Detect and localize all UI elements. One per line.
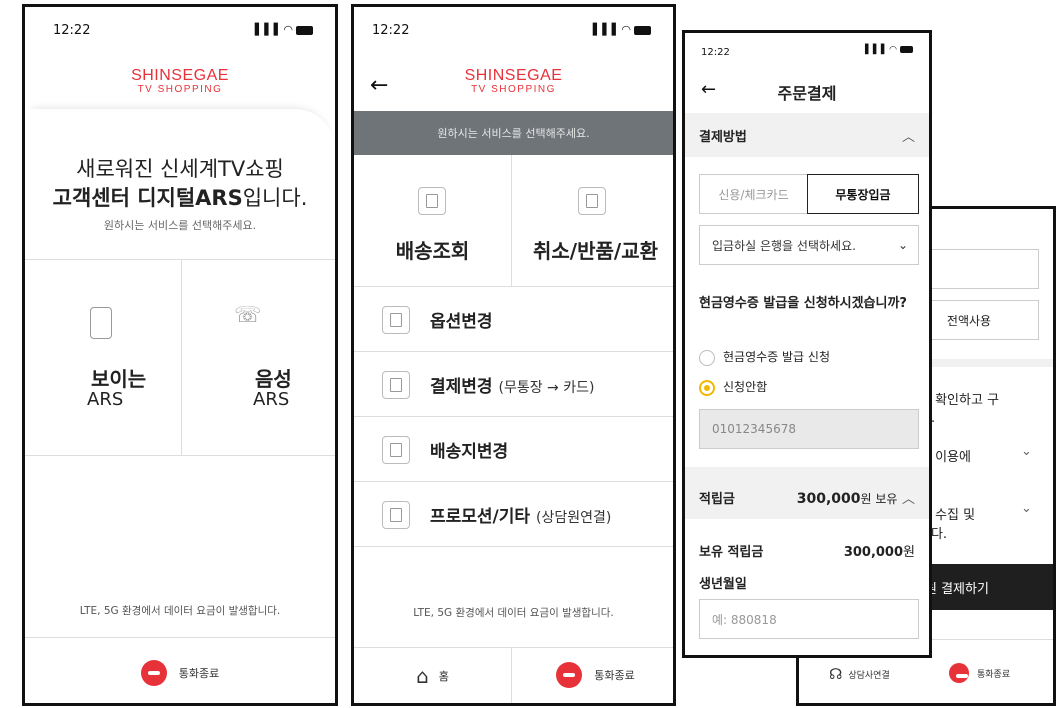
visible-ars-button[interactable]: 보이는 ARS [25, 259, 182, 455]
phone-number-field[interactable]: 01012345678 [699, 409, 919, 449]
end-call-button[interactable]: 통화종료 [25, 660, 335, 686]
payment-change-icon [382, 370, 410, 399]
held-points-value: 300,000원 [843, 545, 915, 560]
phone-chat-icon: ☏ [234, 303, 262, 328]
welcome-title-line2: 고객센터 디지털ARS입니다. [52, 186, 308, 210]
tab-credit-card[interactable]: 신용/체크카드 [699, 174, 807, 214]
status-bar: 12:22 ▐▐▐ ◠ [685, 33, 929, 73]
document-coin-icon [382, 305, 410, 334]
agent-connect-button[interactable]: ☊ 상담사연결 [829, 665, 890, 683]
building-icon [382, 435, 410, 464]
select-service-banner: 원하시는 서비스를 선택해주세요. [354, 111, 673, 155]
radio-selected-icon [699, 379, 715, 396]
delivery-tracking-button[interactable]: 배송조회 [354, 155, 512, 287]
cancel-return-exchange-button[interactable]: 취소/반품/교환 [512, 155, 673, 287]
held-points-label: 보유 적립금 [699, 545, 764, 560]
radio-receipt-none[interactable]: 신청안함 [699, 378, 767, 396]
end-call-button[interactable]: 통화종료 [512, 662, 673, 688]
screen-service-menu: 12:22 ▐▐▐ ◠ ← SHINSEGAE TV SHOPPING 원하시는… [351, 4, 676, 706]
shinsegae-logo: SHINSEGAE TV SHOPPING [131, 67, 229, 95]
chevron-down-icon[interactable]: ⌄ [1021, 501, 1032, 516]
voice-ars-button[interactable]: ☏ 음성 ARS [182, 259, 335, 455]
smartphone-icon [90, 307, 112, 339]
hang-up-icon [556, 662, 583, 688]
tab-bank-transfer[interactable]: 무통장입금 [807, 174, 919, 214]
menu-payment-change[interactable]: 결제변경 (무통장 → 카드) [354, 353, 673, 417]
end-call-button[interactable]: 통화종료 [949, 663, 1010, 683]
chevron-down-icon[interactable]: ⌄ [1021, 444, 1032, 459]
data-charge-note: LTE, 5G 환경에서 데이터 요금이 발생합니다. [413, 607, 614, 619]
hang-up-icon [949, 663, 969, 683]
document-clock-icon [382, 500, 410, 529]
cash-receipt-question: 현금영수증 발급을 신청하시겠습니까? [699, 296, 907, 311]
menu-address-change[interactable]: 배송지변경 [354, 418, 673, 482]
radio-icon [699, 349, 715, 366]
payment-method-header[interactable]: 결제방법 ︿ [685, 113, 929, 157]
chevron-up-icon: ︿ [901, 129, 915, 145]
birth-date-label: 생년월일 [699, 577, 747, 592]
page-title: 주문결제 [777, 84, 837, 103]
radio-receipt-apply[interactable]: 현금영수증 발급 신청 [699, 348, 830, 366]
welcome-title-line1: 새로워진 신세계TV쇼핑 [76, 157, 284, 181]
status-bar: 12:22 ▐▐▐ ◠ [25, 7, 335, 47]
screen-ars-home: 12:22 ▐▐▐ ◠ SHINSEGAE TV SHOPPING 새로워진 신… [22, 4, 338, 706]
status-time: 12:22 [53, 23, 91, 38]
menu-option-change[interactable]: 옵션변경 [354, 288, 673, 352]
truck-icon [418, 187, 446, 215]
data-charge-note: LTE, 5G 환경에서 데이터 요금이 발생합니다. [79, 605, 281, 617]
home-button[interactable]: ⌂ 홈 [354, 648, 512, 703]
document-clock-icon [578, 187, 606, 215]
chevron-up-icon: ︿ [901, 491, 915, 507]
menu-promotion-other[interactable]: 프로모션/기타 (상담원연결) [354, 483, 673, 547]
signal-wifi-battery-icon: ▐▐▐ ◠ [251, 23, 313, 36]
signal-wifi-battery-icon: ▐▐▐ ◠ [862, 45, 913, 55]
chevron-down-icon: ⌄ [897, 238, 908, 252]
welcome-subtitle: 원하시는 서비스를 선택해주세요. [103, 219, 257, 232]
points-header[interactable]: 적립금 300,000원 보유 ︿ [685, 475, 929, 519]
shinsegae-logo: SHINSEGAE TV SHOPPING [464, 67, 563, 95]
status-bar: 12:22 ▐▐▐ ◠ [354, 7, 673, 47]
hang-up-icon [140, 660, 167, 686]
headset-icon: ☊ [829, 665, 843, 683]
screen-order-payment: 12:22 ▐▐▐ ◠ ← 주문결제 결제방법 ︿ 신용/체크카드 무통장입금 … [682, 30, 932, 658]
home-icon: ⌂ [416, 664, 429, 688]
signal-wifi-battery-icon: ▐▐▐ ◠ [589, 23, 651, 36]
bank-select-dropdown[interactable]: 입금하실 은행을 선택하세요. ⌄ [699, 225, 919, 265]
birth-date-input[interactable]: 예: 880818 [699, 599, 919, 639]
pay-button[interactable]: 원 결제하기 [919, 564, 1053, 610]
